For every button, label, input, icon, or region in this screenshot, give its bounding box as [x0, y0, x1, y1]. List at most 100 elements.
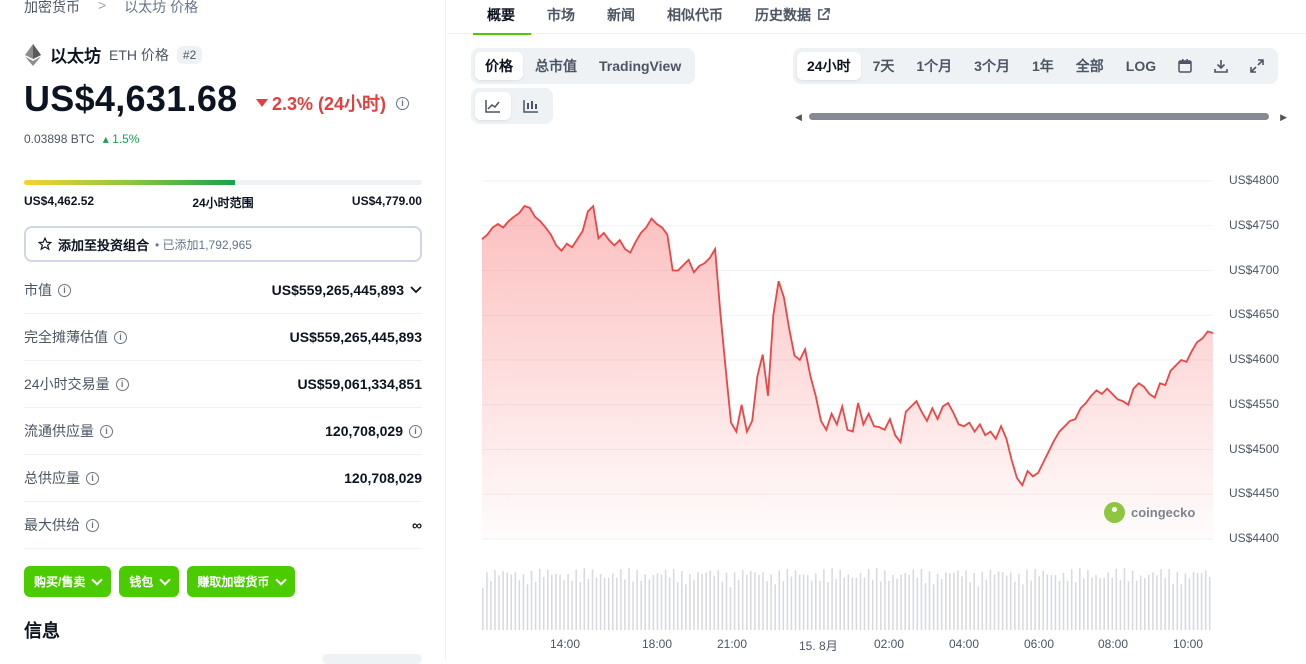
volume-bar — [880, 581, 882, 630]
calendar-icon — [1178, 59, 1192, 73]
tab-historical-data[interactable]: 历史数据 — [739, 0, 846, 34]
mode-tradingview-button[interactable]: TradingView — [589, 52, 691, 80]
x-tick-label: 18:00 — [642, 637, 673, 651]
volume-bar — [790, 576, 793, 630]
range-label: 24小时范围 — [192, 196, 254, 210]
range-7d-button[interactable]: 7天 — [863, 52, 905, 80]
stat-max-supply: 最大供给 i ∞ — [24, 502, 422, 549]
info-icon[interactable]: i — [86, 518, 99, 532]
stat-circulating-supply: 流通供应量 i 120,708,029 i — [24, 408, 422, 455]
volume-bar — [494, 570, 496, 630]
info-icon[interactable]: i — [58, 283, 71, 297]
btc-price-row: 0.03898 BTC ▴ 1.5% — [24, 132, 139, 146]
volume-bar — [644, 574, 646, 630]
volume-bar — [754, 572, 756, 630]
volume-bar — [1196, 573, 1199, 630]
volume-bar — [835, 578, 837, 630]
caret-down-icon — [256, 99, 268, 107]
volume-bar — [961, 576, 963, 630]
volume-bar — [518, 580, 521, 630]
volume-bar — [770, 574, 772, 630]
buy-sell-button[interactable]: 购买/售卖 — [24, 566, 112, 597]
volume-bar — [498, 575, 500, 630]
scrollbar-thumb[interactable] — [809, 113, 1269, 120]
range-1m-button[interactable]: 1个月 — [906, 52, 962, 80]
volume-bar — [1058, 581, 1061, 630]
volume-bar — [551, 574, 553, 630]
range-1y-button[interactable]: 1年 — [1022, 52, 1064, 80]
btc-change: ▴ 1.5% — [103, 132, 140, 146]
mode-price-button[interactable]: 价格 — [475, 52, 523, 80]
scroll-left-icon[interactable]: ◀ — [795, 112, 802, 123]
chevron-down-icon[interactable] — [410, 286, 422, 294]
volume-bar — [806, 575, 809, 630]
volume-bar — [851, 577, 854, 630]
volume-bar — [620, 569, 622, 630]
tab-similar-coins[interactable]: 相似代币 — [651, 0, 739, 34]
coingecko-logo-icon — [1104, 502, 1125, 523]
btc-price: 0.03898 BTC — [24, 132, 95, 146]
x-tick-label: 08:00 — [1098, 637, 1129, 651]
volume-bar — [867, 569, 870, 630]
line-chart-button[interactable] — [475, 92, 511, 120]
volume-bar — [660, 574, 663, 630]
volume-bar — [681, 571, 683, 630]
volume-bar — [871, 579, 874, 630]
volume-bar — [949, 573, 951, 630]
volume-bar — [591, 569, 594, 630]
volume-bar — [810, 580, 813, 630]
volume-bar — [993, 574, 996, 630]
action-buttons: 购买/售卖 钱包 赚取加密货币 — [24, 566, 296, 597]
volume-bar — [1095, 575, 1097, 630]
volume-bar — [1127, 581, 1130, 630]
chart-panel: 概要 市场 新闻 相似代币 历史数据 价格 总市值 TradingView 24… — [447, 0, 1306, 660]
tab-markets[interactable]: 市场 — [531, 0, 591, 34]
volume-bar — [595, 577, 598, 630]
candlestick-button[interactable] — [513, 92, 549, 120]
tab-overview[interactable]: 概要 — [447, 0, 531, 35]
stat-value: US$559,265,445,893 — [289, 329, 422, 345]
info-icon[interactable]: i — [100, 424, 113, 438]
expand-icon — [1250, 59, 1264, 73]
volume-bar — [778, 570, 781, 630]
breadcrumb-root-link[interactable]: 加密货币 — [24, 0, 80, 17]
calendar-button[interactable] — [1168, 52, 1202, 80]
info-icon[interactable]: i — [86, 471, 99, 485]
volume-bar — [798, 574, 801, 630]
range-3m-button[interactable]: 3个月 — [964, 52, 1020, 80]
stat-24h-volume: 24小时交易量 i US$59,061,334,851 — [24, 361, 422, 408]
fullscreen-button[interactable] — [1240, 52, 1274, 80]
volume-bar — [672, 568, 675, 630]
info-icon[interactable]: i — [409, 424, 422, 438]
volume-bar — [721, 581, 724, 630]
volume-bar — [965, 570, 967, 630]
volume-bar — [957, 570, 959, 630]
volume-bar — [534, 581, 537, 630]
info-icon[interactable]: i — [115, 377, 129, 391]
earn-crypto-button[interactable]: 赚取加密货币 — [187, 566, 296, 597]
tab-news[interactable]: 新闻 — [591, 0, 651, 34]
range-24h-button[interactable]: 24小时 — [797, 52, 861, 80]
volume-bar — [1172, 583, 1174, 630]
partial-pill[interactable] — [322, 654, 422, 664]
info-icon[interactable]: i — [114, 330, 127, 344]
volume-bar — [689, 574, 691, 630]
wallet-button[interactable]: 钱包 — [119, 566, 180, 597]
mode-market-cap-button[interactable]: 总市值 — [525, 52, 587, 80]
log-scale-button[interactable]: LOG — [1116, 52, 1166, 80]
volume-bar — [875, 568, 878, 630]
stat-value: ∞ — [412, 517, 422, 533]
range-all-button[interactable]: 全部 — [1066, 52, 1114, 80]
volume-bar — [628, 568, 630, 630]
stat-fdv: 完全摊薄估值 i US$559,265,445,893 — [24, 314, 422, 361]
info-icon[interactable]: i — [396, 96, 410, 110]
volume-bar — [827, 582, 829, 630]
volume-bar — [640, 580, 642, 630]
volume-bar — [693, 579, 695, 630]
chart-scrollbar[interactable]: ◀ ▶ — [795, 110, 1287, 122]
coin-summary-panel: 加密货币 > 以太坊 价格 以太坊 ETH 价格 #2 US$4,631.68 … — [0, 0, 446, 664]
download-button[interactable] — [1204, 52, 1238, 80]
breadcrumb-current: 以太坊 价格 — [124, 0, 199, 15]
scroll-right-icon[interactable]: ▶ — [1280, 112, 1287, 123]
add-to-portfolio-button[interactable]: 添加至投资组合 • 已添加1,792,965 — [24, 226, 422, 262]
